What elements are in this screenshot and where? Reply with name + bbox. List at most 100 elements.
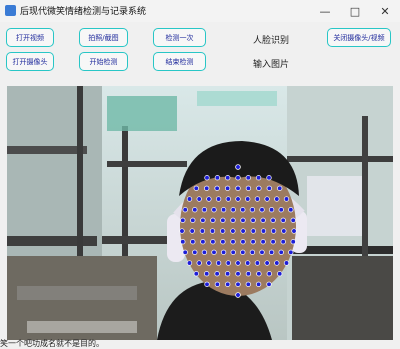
landmark-point	[249, 249, 256, 255]
maximize-button[interactable]: □	[340, 0, 370, 22]
landmark-point	[281, 228, 287, 234]
landmark-point	[290, 217, 296, 223]
landmark-point	[196, 260, 202, 266]
landmark-point	[266, 175, 272, 181]
landmark-point	[209, 228, 216, 234]
landmark-point	[220, 207, 227, 213]
face-recognition-label: 人脸识别	[253, 36, 290, 46]
landmark-point	[193, 185, 199, 191]
landmark-point	[215, 260, 222, 266]
landmark-point	[240, 249, 246, 255]
landmark-point	[280, 239, 286, 245]
close-button[interactable]: ✕	[370, 0, 400, 22]
landmark-point	[200, 239, 206, 245]
landmark-point	[204, 271, 210, 277]
detect-once-button[interactable]: 检测一次	[153, 28, 206, 47]
landmark-point	[260, 239, 266, 245]
landmark-point	[230, 239, 236, 245]
landmark-point	[214, 175, 221, 181]
landmark-point	[288, 207, 294, 213]
landmark-point	[240, 217, 246, 223]
landmark-point	[235, 175, 241, 181]
landmark-point	[245, 196, 251, 202]
landmark-point	[215, 196, 222, 202]
landmark-point	[189, 228, 195, 234]
minimize-button[interactable]: —	[310, 0, 340, 22]
landmark-point	[190, 217, 196, 223]
landmark-point	[245, 175, 251, 181]
landmark-point	[206, 196, 212, 202]
landmark-point	[225, 281, 231, 287]
landmark-point	[214, 281, 221, 287]
title-bar: 后现代微笑情绪检测与记录系统 — □ ✕	[0, 0, 400, 22]
landmark-point	[201, 207, 208, 213]
landmark-point	[235, 260, 241, 266]
landmark-point	[278, 207, 284, 213]
landmark-point	[193, 271, 199, 277]
landmark-point	[230, 228, 236, 234]
landmark-point	[225, 196, 231, 202]
landmark-point	[210, 239, 216, 245]
landmark-point	[182, 207, 188, 213]
end-detect-button[interactable]: 结束检测	[153, 52, 206, 71]
landmark-point	[186, 260, 193, 266]
landmark-point	[186, 196, 193, 202]
landmark-point	[240, 239, 246, 245]
start-detect-button[interactable]: 开始检测	[79, 52, 128, 71]
landmark-point	[200, 217, 206, 223]
landmark-point	[260, 228, 267, 234]
landmark-point	[277, 185, 283, 191]
landmark-point	[268, 249, 275, 255]
window-title: 后现代微笑情绪检测与记录系统	[20, 7, 147, 17]
landmark-point	[256, 271, 262, 277]
landmark-point	[206, 260, 212, 266]
landmark-point	[204, 185, 210, 191]
snapshot-button[interactable]: 拍照/截图	[79, 28, 128, 47]
landmark-point	[220, 228, 226, 234]
landmark-point	[245, 260, 251, 266]
landmark-point	[278, 249, 284, 255]
landmark-point	[245, 185, 252, 191]
landmark-point	[270, 217, 276, 223]
landmark-point	[179, 228, 185, 234]
landmark-point	[220, 239, 226, 245]
landmark-point	[224, 185, 231, 191]
landmark-point	[254, 196, 261, 202]
close-camera-video-button[interactable]: 关闭摄像头/视频	[327, 28, 391, 47]
landmark-point	[240, 207, 246, 213]
landmark-point	[204, 281, 210, 287]
landmark-point	[260, 217, 266, 223]
landmark-point	[235, 292, 241, 298]
landmark-point	[182, 249, 188, 255]
landmark-point	[255, 281, 262, 287]
landmark-point	[211, 207, 217, 213]
landmark-point	[235, 271, 241, 277]
landmark-point	[274, 196, 280, 202]
landmark-point	[255, 175, 262, 181]
app-icon	[5, 5, 16, 16]
landmark-point	[266, 281, 272, 287]
landmark-point	[235, 281, 241, 287]
landmark-point	[259, 249, 265, 255]
landmark-point	[270, 239, 276, 245]
landmark-point	[250, 228, 256, 234]
open-camera-button[interactable]: 打开摄像头	[6, 52, 54, 71]
landmark-point	[211, 249, 217, 255]
landmark-point	[250, 239, 256, 245]
landmark-point	[291, 228, 297, 234]
landmark-point	[192, 249, 198, 255]
landmark-point	[270, 228, 277, 234]
landmark-point	[249, 207, 256, 213]
landmark-point	[235, 185, 241, 191]
open-video-button[interactable]: 打开视频	[6, 28, 54, 47]
landmark-point	[230, 249, 236, 255]
landmark-point	[283, 196, 290, 202]
landmark-point	[235, 164, 241, 170]
landmark-point	[192, 207, 198, 213]
landmark-point	[225, 175, 231, 181]
landmark-point	[280, 217, 286, 223]
landmark-point	[210, 217, 216, 223]
landmark-point	[235, 196, 241, 202]
landmark-point	[264, 196, 270, 202]
landmark-point	[254, 260, 261, 266]
